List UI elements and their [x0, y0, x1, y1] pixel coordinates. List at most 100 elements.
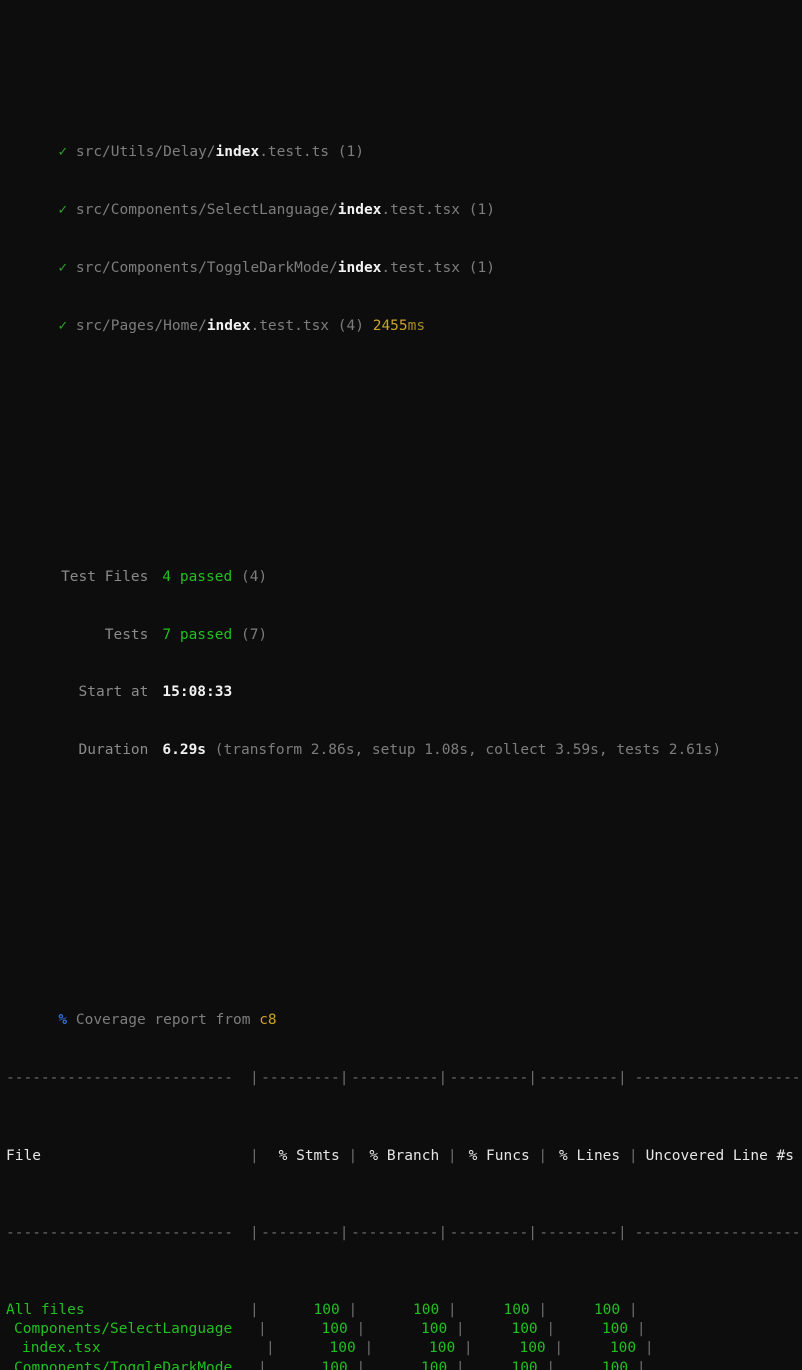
column-divider: |	[355, 1340, 374, 1357]
sep-uncovered: -------------------	[634, 1224, 801, 1241]
coverage-row: Components/ToggleDarkMode | 100 | 100 | 100 …	[6, 1359, 802, 1370]
coverage-lines: 100	[609, 1340, 637, 1357]
test-file-dir: src/Components/SelectLanguage/	[75, 201, 338, 218]
column-header-uncovered: Uncovered Line #s	[645, 1147, 795, 1164]
coverage-header-text: Coverage report from	[75, 1012, 251, 1029]
summary-label: Tests	[104, 626, 149, 643]
coverage-file-name: All files	[6, 1301, 85, 1318]
coverage-stmts: 100	[321, 1321, 348, 1338]
coverage-branch: 100	[413, 1301, 440, 1318]
test-file-ext: .test.tsx	[250, 317, 330, 334]
table-separator-header: -------------------------- | ---------| ---…	[6, 1224, 802, 1243]
sep-uncovered: -------------------	[634, 1070, 801, 1087]
column-divider: |	[537, 1359, 556, 1370]
coverage-branch: 100	[429, 1340, 456, 1357]
coverage-branch: 100	[421, 1359, 448, 1370]
coverage-funcs: 100	[503, 1301, 530, 1318]
test-file-dir: src/Utils/Delay/	[75, 144, 216, 161]
sep-stmts: ---------	[261, 1224, 340, 1241]
coverage-tool-name: c8	[259, 1012, 277, 1029]
test-file-dir: src/Pages/Home/	[75, 317, 207, 334]
test-case-count: (4)	[337, 317, 364, 334]
check-icon: ✓	[58, 201, 68, 218]
check-icon: ✓	[58, 259, 68, 276]
test-file-duration: 2455	[372, 317, 408, 334]
column-divider: |	[636, 1340, 654, 1357]
sep-lines: ---------	[539, 1224, 618, 1241]
summary-value: 15:08:33	[162, 684, 233, 701]
sep-funcs: ---------	[449, 1224, 529, 1241]
sep-branch: ----------	[351, 1070, 439, 1087]
coverage-stmts: 100	[321, 1359, 348, 1370]
table-separator-top: -------------------------- | ---------| ---…	[6, 1069, 802, 1088]
column-divider: |	[537, 1321, 556, 1338]
coverage-file-name: Components/ToggleDarkMode	[14, 1359, 233, 1370]
coverage-lines: 100	[593, 1301, 621, 1318]
coverage-stmts: 100	[329, 1340, 356, 1357]
test-file-name: index	[337, 201, 382, 218]
column-header-file: File	[6, 1147, 41, 1164]
check-icon: ✓	[58, 317, 68, 334]
column-header-branch: % Branch	[369, 1147, 440, 1164]
sep-file: --------------------------	[6, 1224, 233, 1241]
coverage-file-name: Components/SelectLanguage	[14, 1321, 233, 1338]
summary-label: Duration	[78, 742, 149, 759]
column-divider: |	[628, 1359, 646, 1370]
sep-funcs: ---------	[449, 1070, 529, 1087]
summary-label: Test Files	[61, 568, 149, 585]
test-file-name: index	[337, 259, 382, 276]
column-divider: |	[628, 1321, 646, 1338]
coverage-branch: 100	[421, 1321, 448, 1338]
summary-value: 7 passed	[162, 626, 233, 643]
column-divider: |	[347, 1359, 366, 1370]
column-divider: |	[266, 1340, 275, 1357]
coverage-file-name: index.tsx	[22, 1340, 101, 1357]
coverage-funcs: 100	[511, 1359, 538, 1370]
summary-total: (4)	[240, 568, 268, 585]
test-file-duration-unit: ms	[407, 317, 426, 334]
terminal-output: ✓ src/Utils/Delay/index.test.ts (1) ✓ sr…	[0, 0, 802, 1370]
test-file-row: ✓ src/Components/ToggleDarkMode/index.te…	[6, 240, 802, 276]
sep-branch: ----------	[351, 1224, 439, 1241]
coverage-funcs: 100	[519, 1340, 546, 1357]
column-divider: |	[447, 1359, 465, 1370]
summary-total: (7)	[240, 626, 268, 643]
sep-lines: ---------	[539, 1070, 618, 1087]
column-divider: |	[439, 1301, 457, 1318]
coverage-row: index.tsx | 100 | 100 | 100 | 100 |	[6, 1339, 802, 1358]
summary-tests: Tests 7 passed (7)	[6, 606, 802, 643]
coverage-stmts: 100	[313, 1301, 340, 1318]
summary-value: 6.29s	[162, 742, 207, 759]
column-divider: |	[339, 1301, 358, 1318]
table-header-row: File |% Stmts |% Branch |% Funcs |% Lines…	[6, 1147, 802, 1166]
column-divider: |	[347, 1321, 366, 1338]
sep-stmts: ---------	[261, 1070, 340, 1087]
coverage-lines: 100	[601, 1359, 629, 1370]
test-file-row: ✓ src/Pages/Home/index.test.tsx (4) 2455…	[6, 297, 802, 334]
test-file-row: ✓ src/Components/SelectLanguage/index.te…	[6, 182, 802, 218]
column-header-stmts: % Stmts	[278, 1147, 340, 1164]
test-file-row: ✓ src/Utils/Delay/index.test.ts (1)	[6, 124, 802, 160]
column-divider: |	[529, 1301, 548, 1318]
column-header-lines: % Lines	[559, 1147, 621, 1164]
test-file-dir: src/Components/ToggleDarkMode/	[75, 259, 338, 276]
column-divider: |	[258, 1321, 267, 1338]
coverage-lines: 100	[601, 1321, 629, 1338]
percent-icon: %	[58, 1012, 68, 1029]
column-divider: |	[620, 1301, 638, 1318]
test-file-ext: .test.tsx	[381, 201, 460, 218]
summary-duration-detail: (transform 2.86s, setup 1.08s, collect 3…	[214, 742, 722, 759]
test-case-count: (1)	[468, 259, 495, 276]
coverage-report: % Coverage report from c8 --------------…	[0, 934, 802, 1370]
summary-test-files: Test Files 4 passed (4)	[6, 548, 802, 585]
column-divider: |	[250, 1301, 259, 1318]
column-divider: |	[455, 1340, 473, 1357]
sep-file: --------------------------	[6, 1070, 233, 1087]
coverage-funcs: 100	[511, 1321, 538, 1338]
summary-start-at: Start at 15:08:33	[6, 664, 802, 700]
summary-duration: Duration 6.29s (transform 2.86s, setup 1.…	[6, 722, 802, 758]
coverage-row: All files | 100 | 100 | 100 | 100 |	[6, 1301, 802, 1320]
summary-value: 4 passed	[162, 568, 233, 585]
